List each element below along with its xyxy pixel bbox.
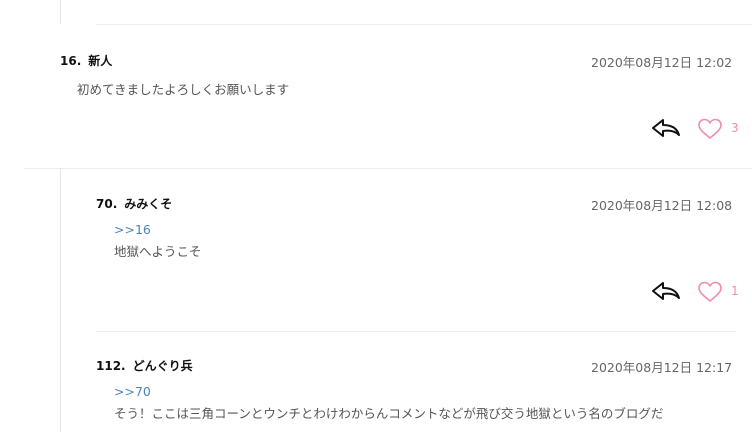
comment-number: 16. [60,54,82,68]
divider-after-comment-16 [24,168,752,169]
comment-number: 112. [96,359,126,373]
comment-text: そう！ここは三角コーンとウンチとわけわからんコメントなどが飛び交う地獄という名の… [114,406,664,421]
like-button[interactable] [697,280,723,304]
comment-number: 70. [96,197,118,211]
comment-author: 16. 新人 [60,52,112,69]
thread-line-top [60,0,61,24]
comment-timestamp: 2020年08月12日 12:17 [591,360,733,375]
comment-author-name[interactable]: どんぐり兵 [133,359,193,373]
thread-line-replies [60,168,61,432]
like-count: 3 [731,121,739,135]
divider-top [96,24,752,25]
comment-text: 初めてきましたよろしくお願いします [77,82,290,97]
comment-author: 70. みみくそ [96,195,172,212]
like-button[interactable] [697,117,723,141]
comment-author-name[interactable]: みみくそ [124,197,172,211]
comment-author: 112. どんぐり兵 [96,357,193,374]
comment-text: 地獄へようこそ [114,244,202,259]
reply-arrow-icon [652,282,680,300]
reply-button[interactable] [651,280,681,304]
reply-arrow-icon [652,119,680,137]
divider-after-comment-70 [96,331,736,332]
comment-author-name[interactable]: 新人 [88,54,112,68]
like-count: 1 [731,284,739,298]
comment-timestamp: 2020年08月12日 12:08 [591,198,733,213]
comment-timestamp: 2020年08月12日 12:02 [591,55,733,70]
heart-outline-icon [698,281,722,302]
reply-button[interactable] [651,117,681,141]
comment-thread: 16. 新人 2020年08月12日 12:02 初めてきましたよろしくお願いしま… [0,0,752,432]
heart-outline-icon [698,118,722,139]
reply-quote-link[interactable]: >>16 [114,222,151,237]
reply-quote-link[interactable]: >>70 [114,384,151,399]
